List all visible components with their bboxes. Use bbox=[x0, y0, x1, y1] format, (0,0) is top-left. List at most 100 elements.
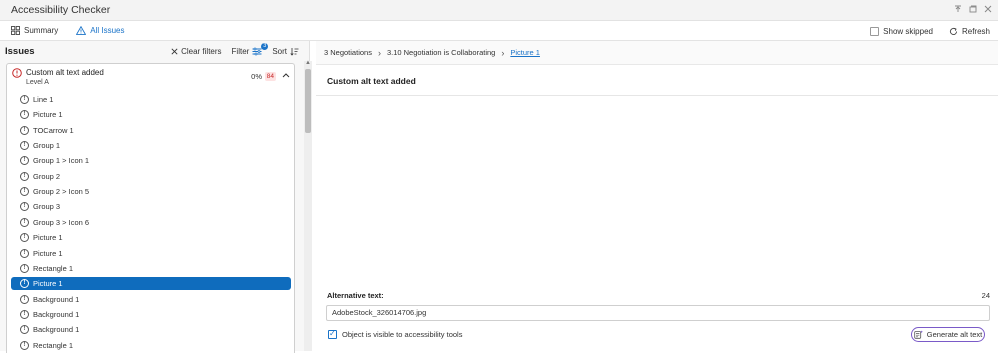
grid-icon bbox=[11, 26, 20, 35]
visible-label: Object is visible to accessibility tools bbox=[342, 330, 463, 339]
issue-list-item[interactable]: ! Group 3 > Icon 6 bbox=[11, 216, 291, 229]
refresh-icon bbox=[949, 27, 958, 35]
generate-alt-text-label: Generate alt text bbox=[926, 330, 983, 339]
scroll-up-icon[interactable]: ▲ bbox=[305, 60, 311, 66]
issue-list-item[interactable]: ! Rectangle 1 bbox=[11, 262, 291, 275]
issue-list-item[interactable]: ! Picture 1 bbox=[11, 231, 291, 244]
clear-filters-label: Clear filters bbox=[181, 46, 222, 56]
issue-list-item-label: Line 1 bbox=[33, 95, 54, 104]
info-icon: ! bbox=[20, 95, 29, 104]
show-skipped-toggle[interactable]: Show skipped bbox=[866, 21, 937, 41]
issue-list-item[interactable]: ! Picture 1 bbox=[11, 247, 291, 260]
clear-filters-button[interactable]: Clear filters bbox=[171, 46, 222, 56]
detail-panel: 3 Negotiations › 3.10 Negotiation is Col… bbox=[316, 41, 998, 351]
chevron-right-icon: › bbox=[377, 47, 381, 58]
info-icon: ! bbox=[20, 309, 29, 319]
toolbar: Summary All Issues Show skipped Refresh bbox=[0, 21, 998, 41]
info-icon: ! bbox=[20, 279, 29, 289]
title-bar: Accessibility Checker bbox=[0, 0, 998, 21]
breadcrumb-item[interactable]: 3.10 Negotiation is Collaborating bbox=[387, 48, 495, 57]
issue-list-item-label: TOCarrow 1 bbox=[33, 125, 74, 135]
issue-group-title: Custom alt text added bbox=[26, 68, 104, 77]
breadcrumb: 3 Negotiations › 3.10 Negotiation is Col… bbox=[316, 41, 998, 65]
info-icon: ! bbox=[20, 325, 29, 335]
close-icon[interactable] bbox=[983, 4, 992, 14]
sort-icon bbox=[290, 47, 299, 56]
refresh-label: Refresh bbox=[961, 26, 990, 36]
scrollbar-thumb[interactable] bbox=[305, 69, 311, 133]
issue-list-item[interactable]: ! Group 2 bbox=[11, 170, 291, 183]
issue-count-badge: 84 bbox=[264, 72, 276, 81]
error-icon bbox=[12, 68, 22, 78]
issue-list-item-label: Group 1 bbox=[33, 141, 61, 151]
info-icon: ! bbox=[20, 202, 29, 212]
issue-list-item[interactable]: ! Group 2 > Icon 5 bbox=[11, 185, 291, 198]
issue-list-item-label: Group 1 > Icon 1 bbox=[33, 156, 90, 166]
info-icon: ! bbox=[20, 141, 29, 151]
alt-text-input[interactable]: AdobeStock_326014706.jpg bbox=[326, 305, 990, 321]
window-title: Accessibility Checker bbox=[11, 4, 111, 16]
info-icon: ! bbox=[20, 233, 29, 243]
summary-label: Summary bbox=[24, 26, 59, 35]
issue-group-header[interactable]: Custom alt text added Level A 0% 84 bbox=[7, 64, 294, 91]
issue-list-item[interactable]: ! Background 1 bbox=[11, 308, 291, 321]
issue-list-item-label: Rectangle 1 bbox=[33, 340, 74, 350]
alt-text-label: Alternative text: bbox=[327, 291, 384, 300]
summary-button[interactable]: Summary bbox=[7, 21, 62, 41]
issue-list-item-label: Group 3 bbox=[33, 202, 61, 212]
issue-list-item[interactable]: ! Group 1 bbox=[11, 139, 291, 152]
issue-list-item[interactable]: ! Background 1 bbox=[11, 323, 291, 336]
sort-button[interactable]: Sort bbox=[272, 47, 299, 56]
issue-group-level: Level A bbox=[26, 79, 49, 86]
warning-icon bbox=[76, 26, 87, 35]
issue-list-item-label: Group 3 > Icon 6 bbox=[33, 217, 90, 227]
chevron-right-icon: › bbox=[501, 47, 505, 58]
filter-count-badge: 3 bbox=[261, 42, 269, 50]
issue-list-item-label: Group 2 bbox=[33, 171, 61, 181]
show-skipped-checkbox[interactable] bbox=[870, 26, 880, 36]
issue-list-item[interactable]: ! Rectangle 1 bbox=[11, 339, 291, 352]
refresh-button[interactable]: Refresh bbox=[945, 21, 994, 41]
issues-panel: Issues Clear filters Filter 3 Sort Custo… bbox=[0, 41, 312, 353]
issue-list-item[interactable]: ! Line 1 bbox=[11, 93, 291, 106]
issue-group-card: Custom alt text added Level A 0% 84 ! Lin… bbox=[6, 63, 295, 353]
issue-list-item-label: Group 2 > Icon 5 bbox=[33, 187, 90, 197]
breadcrumb-item[interactable]: 3 Negotiations bbox=[324, 48, 372, 57]
issue-list-item[interactable]: ! Group 1 > Icon 1 bbox=[11, 154, 291, 167]
all-issues-button[interactable]: All Issues bbox=[72, 21, 128, 41]
issue-list-item[interactable]: ! TOCarrow 1 bbox=[11, 124, 291, 137]
sort-label: Sort bbox=[272, 46, 287, 56]
visible-checkbox[interactable] bbox=[328, 329, 337, 339]
chevron-up-icon[interactable] bbox=[282, 70, 290, 80]
all-issues-label: All Issues bbox=[90, 26, 125, 35]
issue-list-item-label: Picture 1 bbox=[33, 279, 63, 289]
info-icon: ! bbox=[20, 187, 29, 197]
info-icon: ! bbox=[20, 125, 29, 135]
info-icon: ! bbox=[20, 294, 29, 304]
alt-text-char-count: 24 bbox=[981, 291, 990, 300]
issue-list-item-label: Picture 1 bbox=[33, 233, 63, 243]
issue-list-item[interactable]: ! Picture 1 bbox=[11, 277, 291, 291]
issue-list-item[interactable]: ! Picture 1 bbox=[11, 108, 291, 121]
visible-to-accessibility-toggle[interactable]: Object is visible to accessibility tools bbox=[328, 329, 463, 339]
issues-header: Issues Clear filters Filter 3 Sort bbox=[0, 41, 309, 61]
info-icon: ! bbox=[20, 248, 29, 258]
issue-list-item[interactable]: ! Group 3 bbox=[11, 200, 291, 213]
breadcrumb-current-link[interactable]: Picture 1 bbox=[510, 48, 540, 57]
issue-list-item-label: Background 1 bbox=[33, 325, 80, 335]
issue-group-percent: 0% bbox=[251, 72, 262, 81]
generate-alt-text-button[interactable]: Generate alt text bbox=[911, 327, 985, 342]
divider bbox=[316, 95, 998, 96]
filter-button[interactable]: Filter 3 bbox=[231, 42, 269, 56]
filter-label: Filter bbox=[231, 46, 250, 56]
issues-heading: Issues bbox=[5, 45, 35, 57]
issue-list-item-label: Background 1 bbox=[33, 309, 80, 319]
issue-list-item[interactable]: ! Background 1 bbox=[11, 293, 291, 306]
restore-icon[interactable] bbox=[968, 4, 977, 14]
show-skipped-label: Show skipped bbox=[883, 26, 933, 36]
pin-icon[interactable] bbox=[953, 4, 962, 14]
info-icon: ! bbox=[20, 263, 29, 273]
info-icon: ! bbox=[20, 217, 29, 227]
issue-list-item-label: Background 1 bbox=[33, 294, 80, 304]
clear-icon bbox=[171, 47, 178, 55]
